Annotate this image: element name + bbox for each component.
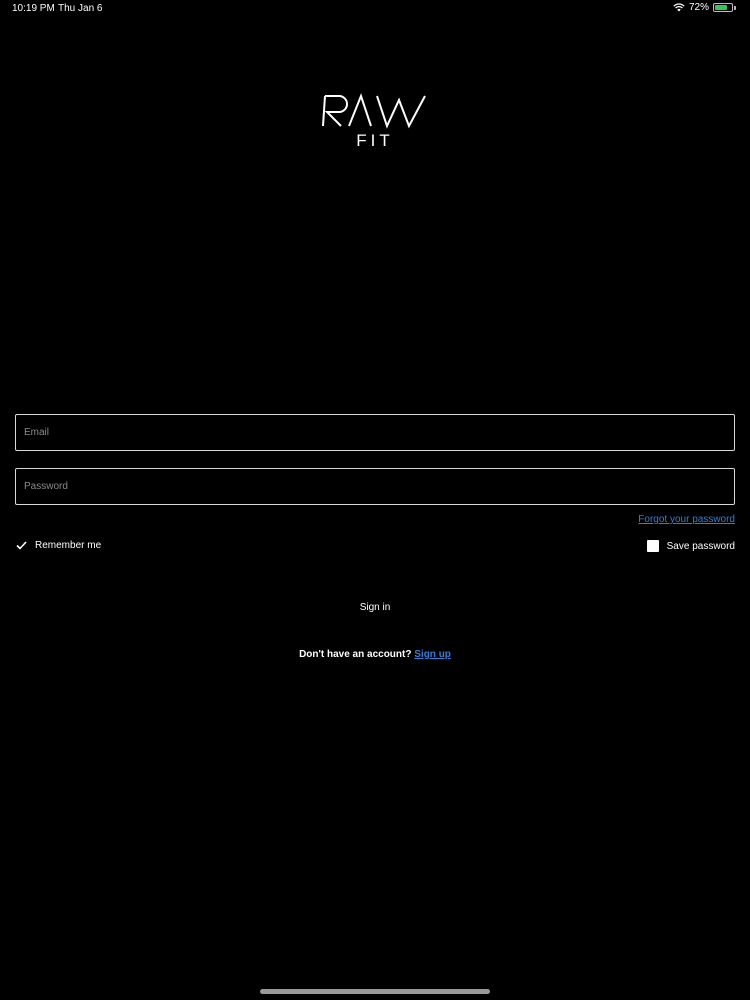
password-field[interactable] bbox=[16, 469, 734, 504]
remember-me-toggle[interactable]: Remember me bbox=[16, 540, 101, 551]
raw-fit-logo: FIT bbox=[322, 93, 426, 150]
battery-cap bbox=[734, 5, 736, 10]
email-field-box[interactable] bbox=[15, 414, 735, 451]
forgot-password-link[interactable]: Forgot your password bbox=[638, 514, 735, 525]
remember-me-label: Remember me bbox=[35, 540, 102, 551]
sign-in-button[interactable]: Sign in bbox=[300, 597, 450, 619]
email-field[interactable] bbox=[16, 415, 734, 450]
save-password-label: Save password bbox=[666, 540, 735, 552]
status-time: 10:19 PM bbox=[12, 3, 55, 14]
checkmark-icon bbox=[16, 541, 27, 550]
home-indicator[interactable] bbox=[260, 989, 490, 994]
status-right: 72% bbox=[673, 2, 736, 13]
battery-charging-icon bbox=[713, 3, 733, 12]
status-bar: 10:19 PM Thu Jan 6 72% bbox=[0, 0, 750, 18]
signup-prompt-text: Don't have an account? bbox=[299, 649, 412, 660]
save-password-checkbox[interactable] bbox=[646, 540, 659, 552]
battery-level bbox=[715, 5, 727, 10]
logo-sub-text: FIT bbox=[356, 131, 394, 150]
wifi-icon bbox=[673, 3, 685, 12]
password-field-box[interactable] bbox=[15, 468, 735, 505]
signup-prompt-row: Don't have an account? Sign up bbox=[0, 649, 750, 660]
battery-percent: 72% bbox=[688, 2, 709, 13]
save-password-toggle[interactable]: Save password bbox=[646, 540, 735, 552]
sign-up-link[interactable]: Sign up bbox=[414, 649, 451, 660]
status-date: Thu Jan 6 bbox=[58, 3, 103, 14]
